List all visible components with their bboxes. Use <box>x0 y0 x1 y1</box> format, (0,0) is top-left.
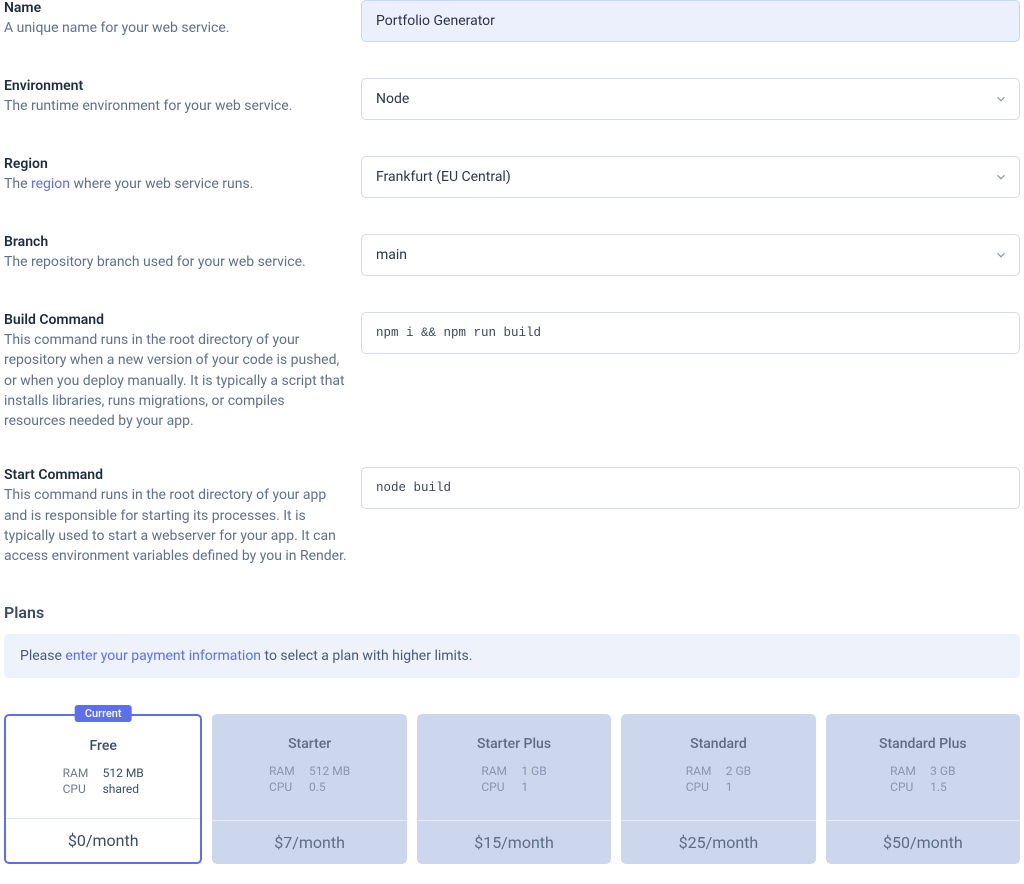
payment-info-link[interactable]: enter your payment information <box>65 648 261 664</box>
region-select[interactable]: Frankfurt (EU Central) <box>361 156 1020 198</box>
plan-price: $50/month <box>826 820 1020 864</box>
spec-cpu-label: CPU <box>686 780 716 794</box>
spec-cpu-label: CPU <box>890 780 920 794</box>
region-desc: The region where your web service runs. <box>4 174 349 194</box>
environment-desc: The runtime environment for your web ser… <box>4 96 349 116</box>
environment-label: Environment <box>4 78 349 94</box>
spec-ram-value: 3 GB <box>930 764 955 778</box>
spec-ram-label: RAM <box>269 764 299 778</box>
current-badge: Current <box>75 705 132 722</box>
branch-select[interactable]: main <box>361 234 1020 276</box>
spec-ram-label: RAM <box>481 764 511 778</box>
region-link[interactable]: region <box>31 176 70 192</box>
plan-price: $15/month <box>417 820 611 864</box>
spec-ram-value: 2 GB <box>726 764 751 778</box>
plan-name: Starter <box>288 736 331 752</box>
start-label: Start Command <box>4 467 349 483</box>
spec-cpu-value: shared <box>103 782 139 796</box>
spec-ram-value: 512 MB <box>103 766 144 780</box>
name-desc: A unique name for your web service. <box>4 18 349 38</box>
build-command-input[interactable] <box>361 312 1020 354</box>
spec-ram-label: RAM <box>686 764 716 778</box>
name-input[interactable] <box>361 0 1020 42</box>
spec-cpu-label: CPU <box>269 780 299 794</box>
spec-ram-label: RAM <box>890 764 920 778</box>
plan-card-starter-plus: Starter Plus RAM 1 GB CPU 1 $15/month <box>417 714 611 864</box>
environment-select[interactable]: Node <box>361 78 1020 120</box>
plan-card-standard: Standard RAM 2 GB CPU 1 $25/month <box>621 714 815 864</box>
spec-cpu-label: CPU <box>481 780 511 794</box>
build-label: Build Command <box>4 312 349 328</box>
build-desc: This command runs in the root directory … <box>4 330 349 431</box>
region-label: Region <box>4 156 349 172</box>
start-desc: This command runs in the root directory … <box>4 485 349 566</box>
plan-card-starter: Starter RAM 512 MB CPU 0.5 $7/month <box>212 714 406 864</box>
plan-name: Standard <box>690 736 747 752</box>
spec-cpu-value: 1 <box>726 780 733 794</box>
plan-price: $25/month <box>621 820 815 864</box>
branch-desc: The repository branch used for your web … <box>4 252 349 272</box>
spec-ram-value: 1 GB <box>521 764 546 778</box>
plan-name: Starter Plus <box>477 736 551 752</box>
spec-ram-value: 512 MB <box>309 764 350 778</box>
branch-label: Branch <box>4 234 349 250</box>
plan-price: $7/month <box>212 820 406 864</box>
spec-cpu-value: 0.5 <box>309 780 326 794</box>
spec-cpu-label: CPU <box>63 782 93 796</box>
spec-ram-label: RAM <box>63 766 93 780</box>
plan-card-free[interactable]: CurrentFreeRAM512 MBCPUshared$0/month <box>4 714 202 864</box>
plan-name: Standard Plus <box>879 736 967 752</box>
plans-notice: Please enter your payment information to… <box>4 634 1020 678</box>
plans-heading: Plans <box>4 603 1020 622</box>
plan-card-standard-plus: Standard Plus RAM 3 GB CPU 1.5 $50/month <box>826 714 1020 864</box>
start-command-input[interactable] <box>361 467 1020 509</box>
plan-price: $0/month <box>6 818 200 862</box>
name-label: Name <box>4 0 349 16</box>
plan-name: Free <box>90 738 117 754</box>
spec-cpu-value: 1.5 <box>930 780 947 794</box>
spec-cpu-value: 1 <box>521 780 528 794</box>
